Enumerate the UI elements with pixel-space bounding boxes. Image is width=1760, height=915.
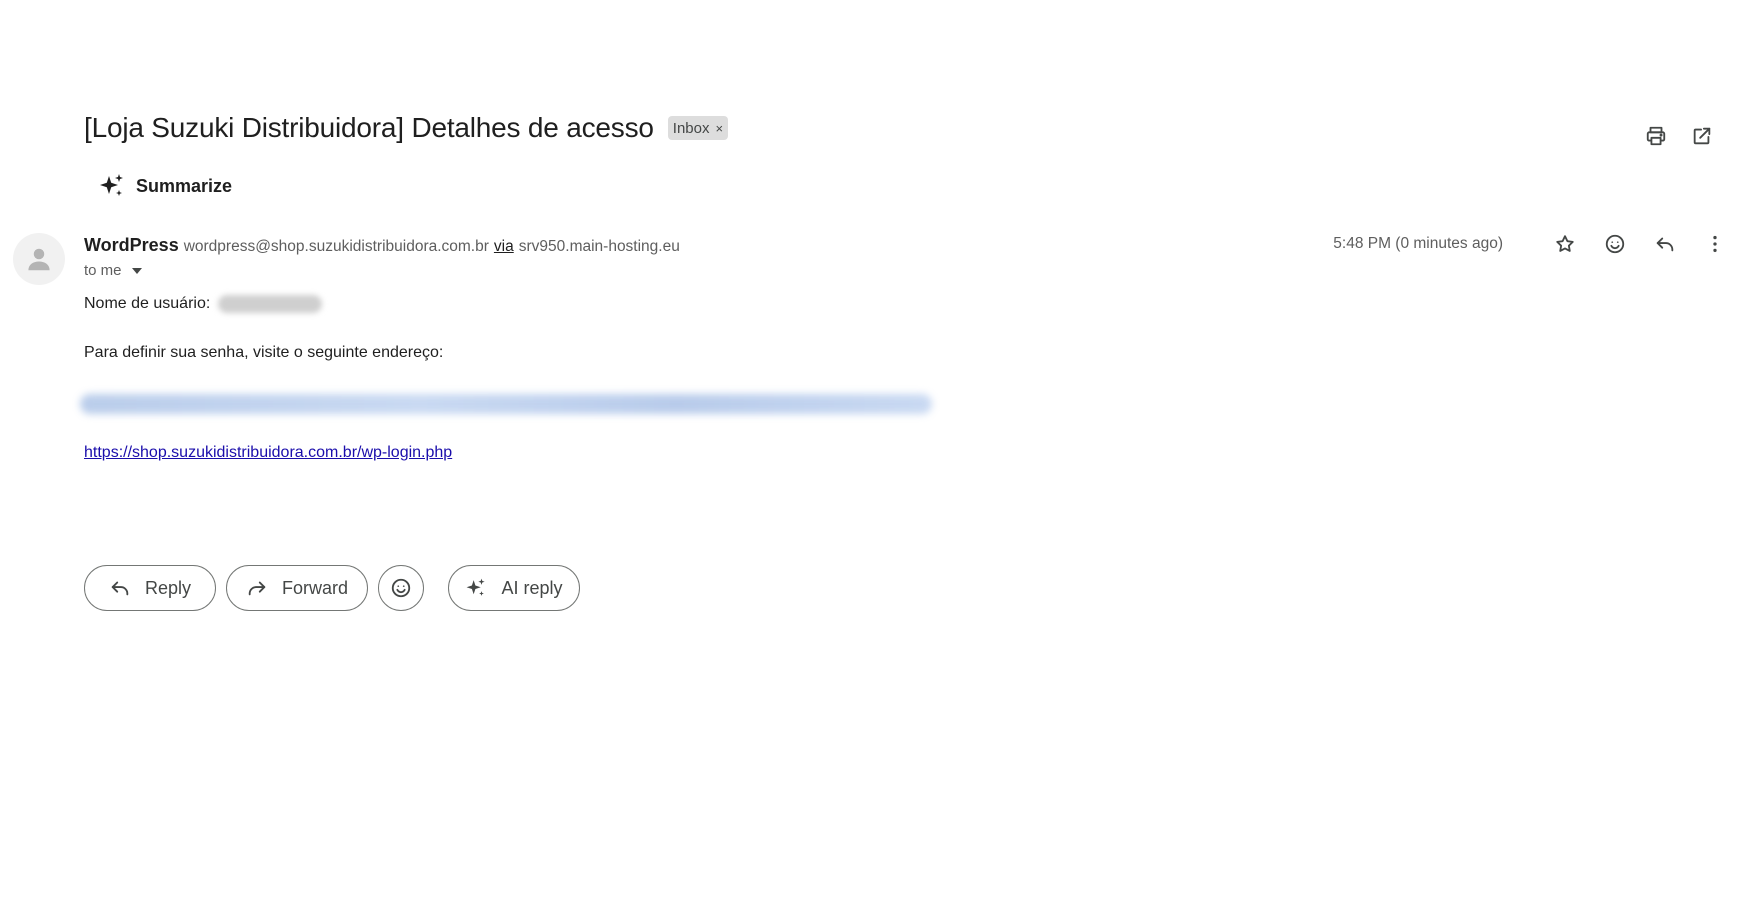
forward-label: Forward [281,577,348,598]
forward-icon [248,581,266,596]
password-instruction: Para definir sua senha, visite o seguint… [84,344,444,361]
sparkle-icon [467,578,486,596]
recipient-details-toggle[interactable]: to me [84,262,142,279]
email-view: [Loja Suzuki Distribuidora] Detalhes de … [0,0,1760,915]
summarize-label: Summarize [136,175,233,196]
message-meta: 5:48 PM (0 minutes ago) [1333,230,1729,258]
username-line: Nome de usuário: [84,295,323,313]
subject-row: [Loja Suzuki Distribuidora] Detalhes de … [84,112,729,144]
sender-name[interactable]: WordPress [84,235,179,256]
email-subject: [Loja Suzuki Distribuidora] Detalhes de … [84,112,654,143]
redacted-reset-link[interactable] [80,394,932,414]
sparkle-icon [100,174,123,196]
thread-actions [1642,122,1716,150]
sender-email: wordpress@shop.suzukidistribuidora.com.b… [183,238,489,255]
via-host: srv950.main-hosting.eu [518,238,680,255]
reply-icon[interactable] [1651,230,1679,258]
print-icon[interactable] [1642,122,1670,150]
more-vert-icon[interactable] [1701,230,1729,258]
summarize-button[interactable]: Summarize [98,172,232,200]
forward-button[interactable]: Forward [226,565,368,611]
sender-line: WordPress wordpress@shop.suzukidistribui… [84,235,680,256]
inbox-label-chip[interactable]: Inbox × [667,116,729,140]
reply-icon [111,581,129,596]
chevron-down-icon [131,267,142,274]
reply-label: Reply [144,577,192,598]
emoji-icon[interactable] [1601,230,1629,258]
recipient-text: to me [84,262,122,279]
emoji-reaction-button[interactable] [378,565,424,611]
login-link[interactable]: https://shop.suzukidistribuidora.com.br/… [84,444,452,462]
redacted-username [218,295,323,313]
remove-label-icon[interactable]: × [715,121,723,136]
username-label: Nome de usuário: [84,295,211,312]
message-actions: Reply Forward AI reply [84,565,580,611]
ai-reply-label: AI reply [501,577,563,598]
emoji-icon [391,578,411,598]
via-link[interactable]: via [494,238,514,256]
open-in-new-icon[interactable] [1688,122,1716,150]
person-icon [28,248,50,271]
reply-button[interactable]: Reply [84,565,216,611]
message-timestamp: 5:48 PM (0 minutes ago) [1333,235,1503,252]
ai-reply-button[interactable]: AI reply [448,565,580,611]
inbox-label-text: Inbox [672,119,710,137]
sender-avatar[interactable] [13,233,65,285]
star-icon[interactable] [1551,230,1579,258]
